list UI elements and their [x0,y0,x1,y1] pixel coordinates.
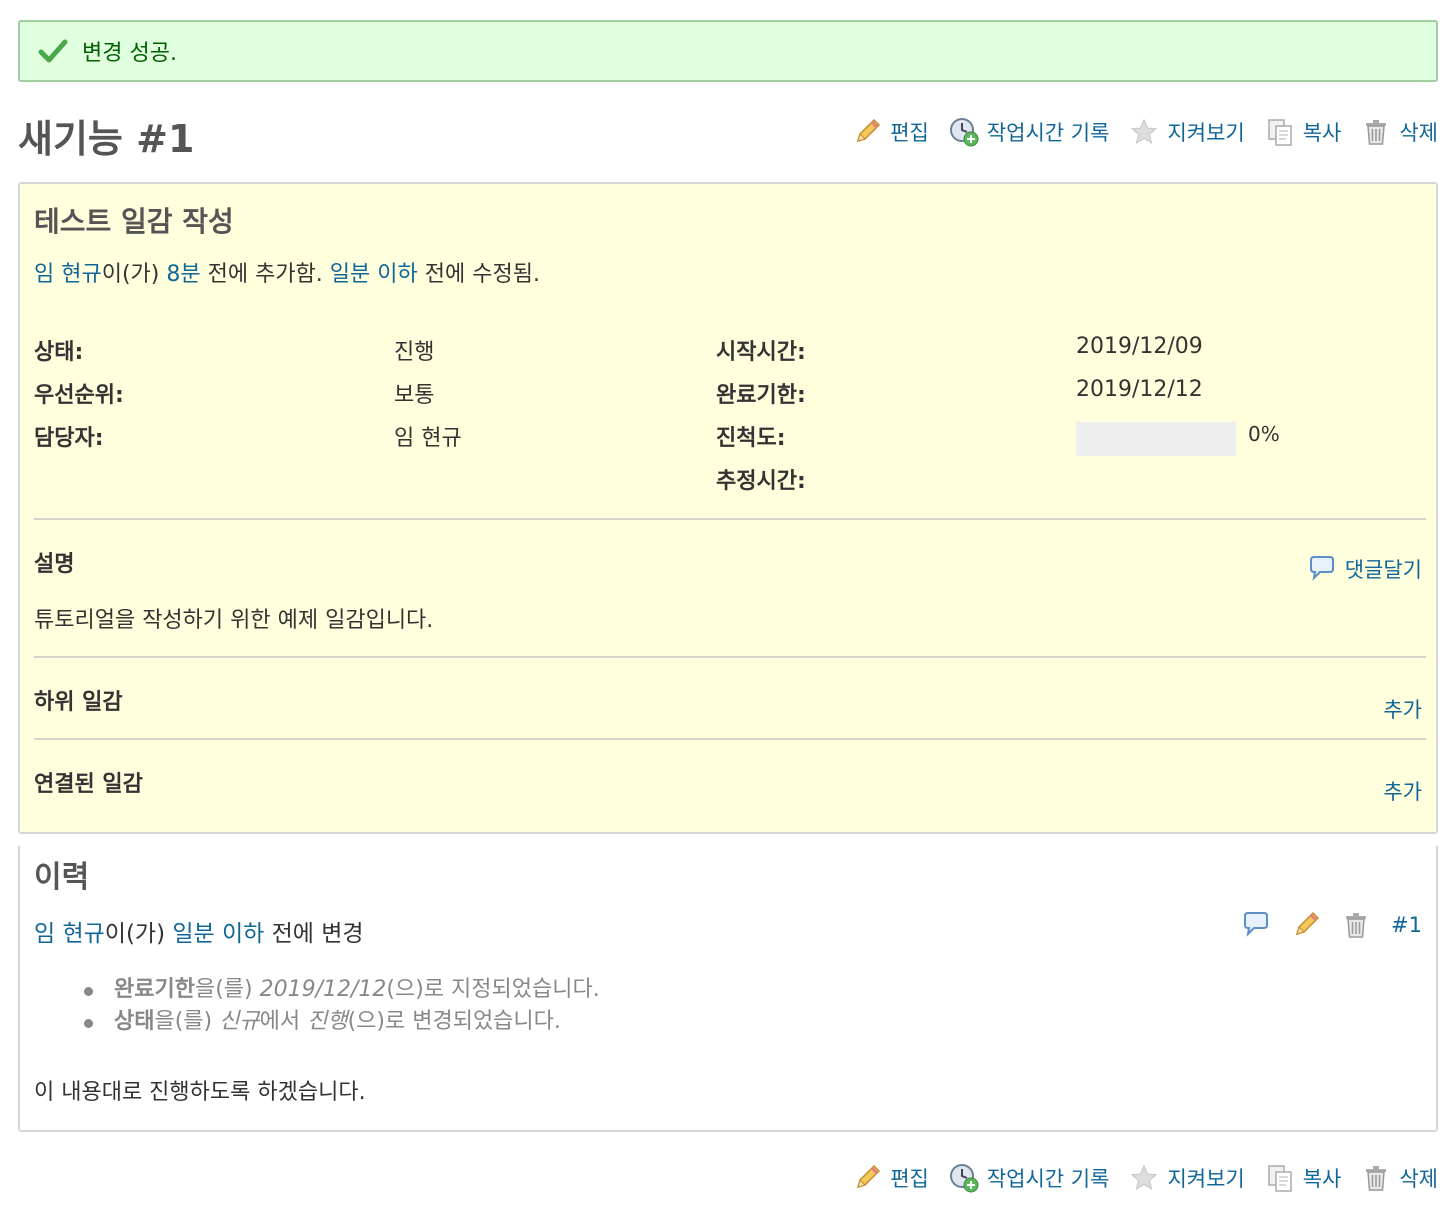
added-ago-link[interactable]: 8분 [166,262,200,287]
detail-old-value: 신규 [219,1009,260,1034]
updated-ago-link[interactable]: 일분 이하 [330,262,418,287]
history-section: 이력 임 현규이(가) 일분 이하 전에 변경 #1 완료기한을(를) 2019… [18,846,1438,1132]
progress-percent: 0% [1248,422,1280,446]
log-time-label: 작업시간 기록 [986,121,1110,145]
copy-button[interactable]: 복사 [1265,1163,1342,1193]
detail-field: 상태 [114,1009,155,1034]
delete-label: 삭제 [1399,1167,1438,1191]
detail-field: 완료기한 [114,977,195,1002]
priority-value: 보통 [394,383,435,408]
start-date-value: 2019/12/09 [1076,334,1203,359]
watch-button[interactable]: 지켜보기 [1129,1163,1245,1193]
description-title: 설명 [34,552,75,577]
quote-label: 댓글달기 [1344,558,1422,582]
priority-label: 우선순위: [34,383,124,408]
star-icon [1131,1164,1158,1191]
progress-label: 진척도: [716,426,786,451]
copy-label: 복사 [1302,1167,1342,1191]
journal-author-link[interactable]: 임 현규 [34,921,105,947]
journal-details: 완료기한을(를) 2019/12/12(으)로 지정되었습니다. 상태을(를) … [80,974,600,1038]
due-date-label: 완료기한: [716,383,806,408]
quote-comment-icon[interactable] [1241,910,1271,940]
delete-button[interactable]: 삭제 [1361,117,1438,147]
clock-add-icon [949,118,979,147]
journal-detail-item: 완료기한을(를) 2019/12/12(으)로 지정되었습니다. [80,974,600,1006]
edit-note-icon[interactable] [1291,910,1321,940]
star-icon [1131,118,1158,145]
journal-detail-item: 상태을(를) 신규에서 진행(으)로 변경되었습니다. [80,1006,600,1038]
clock-add-icon [949,1164,979,1193]
detail-new-value: 2019/12/12 [259,977,387,1002]
divider [34,518,1426,520]
issue-details: 테스트 일감 작성 임 현규이(가) 8분 전에 추가함. 일분 이하 전에 수… [18,182,1438,834]
edit-label: 편집 [890,1167,929,1191]
log-time-button[interactable]: 작업시간 기록 [949,117,1110,147]
trash-icon [1366,120,1387,145]
journal-ago-text: 전에 변경 [264,921,364,947]
copy-icon [1267,119,1292,146]
log-time-label: 작업시간 기록 [986,1167,1110,1191]
comment-icon [1309,556,1334,581]
detail-new-value: 진행 [307,1009,348,1034]
issue-author-line: 임 현규이(가) 8분 전에 추가함. 일분 이하 전에 수정됨. [34,256,540,288]
subtasks-title: 하위 일감 [34,690,123,715]
quote-button[interactable]: 댓글달기 [1307,554,1422,584]
estimate-label: 추정시간: [716,469,806,494]
page-title: 새기능 #1 [18,117,195,161]
start-date-label: 시작시간: [716,340,806,365]
assignee-link[interactable]: 임 현규 [394,420,462,452]
author-suffix: 이(가) [101,262,167,287]
edit-label: 편집 [890,121,929,145]
watch-button[interactable]: 지켜보기 [1129,117,1245,147]
copy-label: 복사 [1302,121,1342,145]
due-date-value: 2019/12/12 [1076,377,1203,402]
watch-label: 지켜보기 [1167,1167,1245,1191]
copy-icon [1267,1165,1292,1192]
add-relation-link[interactable]: 추가 [1383,776,1422,806]
detail-text: (으)로 변경되었습니다. [347,1009,561,1034]
detail-text: 을(를) [154,1009,220,1034]
pencil-icon [857,118,881,143]
added-text: 전에 추가함. [200,262,330,287]
journal-notes: 이 내용대로 진행하도록 하겠습니다. [34,1080,366,1105]
journal-author-suffix: 이(가) [104,921,173,947]
status-label: 상태: [34,340,84,365]
delete-label: 삭제 [1399,121,1438,145]
log-time-button[interactable]: 작업시간 기록 [949,1163,1110,1193]
updated-text: 전에 수정됨. [417,262,540,287]
flash-message: 변경 성공. [82,41,177,66]
checkmark-icon [38,39,68,63]
detail-text: 을(를) [194,977,260,1002]
trash-icon [1366,1166,1387,1191]
author-link[interactable]: 임 현규 [34,262,102,287]
issue-actions-bottom: 편집 작업시간 기록 지켜보기 복사 삭제 [852,1158,1438,1198]
journal-number-link[interactable]: #1 [1391,913,1422,937]
copy-button[interactable]: 복사 [1265,117,1342,147]
journal-header: 임 현규이(가) 일분 이하 전에 변경 [34,914,364,948]
watch-label: 지켜보기 [1167,121,1245,145]
progress-bar [1076,422,1236,456]
detail-text: (으)로 지정되었습니다. [386,977,600,1002]
assignee-label: 담당자: [34,426,104,451]
delete-note-icon[interactable] [1341,910,1371,940]
journal-tools: #1 [1241,910,1422,940]
issue-subject: 테스트 일감 작성 [34,205,234,238]
issue-actions-top: 편집 작업시간 기록 지켜보기 복사 삭제 [852,112,1438,152]
journal-ago-link[interactable]: 일분 이하 [172,921,264,947]
delete-button[interactable]: 삭제 [1361,1163,1438,1193]
detail-text: 에서 [259,1009,308,1034]
edit-button[interactable]: 편집 [852,1163,929,1193]
edit-button[interactable]: 편집 [852,117,929,147]
divider [34,656,1426,658]
status-value: 진행 [394,340,435,365]
history-title: 이력 [34,860,90,895]
divider [34,738,1426,740]
pencil-icon [857,1164,881,1189]
add-subtask-link[interactable]: 추가 [1383,694,1422,724]
description-text: 튜토리얼을 작성하기 위한 예제 일감입니다. [34,608,434,633]
flash-notice: 변경 성공. [18,20,1438,82]
relations-title: 연결된 일감 [34,772,143,797]
